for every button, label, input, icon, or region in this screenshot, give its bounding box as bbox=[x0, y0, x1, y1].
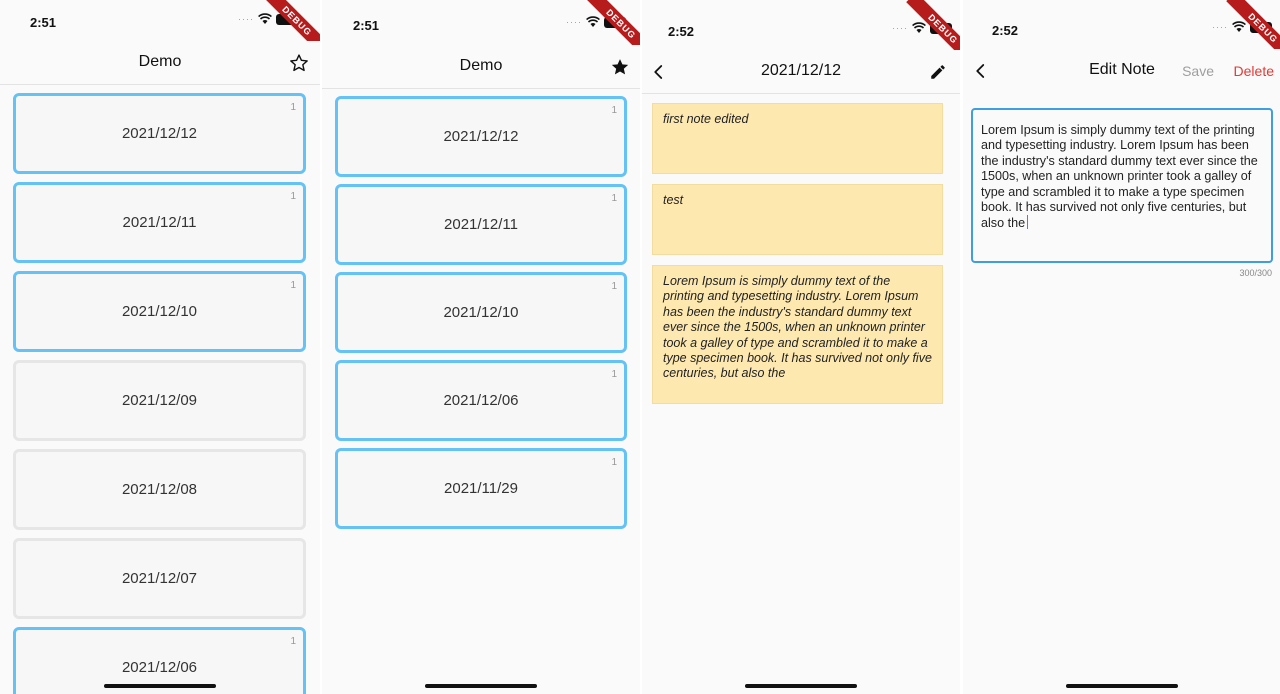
date-label: 2021/12/06 bbox=[121, 658, 198, 676]
screen-home-all: 2:51 ···· DEBUG Demo 2021/12/12 1 2021/12/… bbox=[0, 0, 320, 694]
date-card[interactable]: 2021/12/08 bbox=[13, 449, 306, 530]
wifi-icon bbox=[586, 16, 600, 27]
home-indicator bbox=[1065, 684, 1178, 688]
note-input-value: Lorem Ipsum is simply dummy text of the … bbox=[981, 123, 1258, 231]
note-text-field[interactable]: Lorem Ipsum is simply dummy text of the … bbox=[971, 108, 1273, 263]
date-card[interactable]: 2021/12/12 1 bbox=[335, 96, 627, 177]
date-card[interactable]: 2021/12/12 1 bbox=[13, 93, 306, 174]
note-count-badge: 1 bbox=[290, 636, 296, 647]
favorite-filter-button[interactable] bbox=[608, 55, 632, 79]
note-count-badge: 1 bbox=[611, 369, 617, 380]
note-text: first note edited bbox=[663, 112, 749, 126]
date-label: 2021/12/07 bbox=[121, 569, 198, 587]
date-card[interactable]: 2021/11/29 1 bbox=[335, 448, 627, 529]
app-bar: 2021/12/12 bbox=[642, 50, 960, 94]
date-card[interactable]: 2021/12/07 bbox=[13, 538, 306, 619]
date-label: 2021/12/06 bbox=[443, 391, 519, 409]
date-card[interactable]: 2021/12/09 bbox=[13, 360, 306, 441]
screen-edit-note: 2:52 ···· DEBUG Edit Note Save Delete Lo… bbox=[963, 0, 1280, 694]
wifi-icon bbox=[912, 22, 926, 33]
save-button[interactable]: Save bbox=[1182, 63, 1214, 79]
note-card[interactable]: test bbox=[652, 184, 943, 255]
date-card[interactable]: 2021/12/10 1 bbox=[335, 272, 627, 353]
note-count-badge: 1 bbox=[290, 191, 296, 202]
edit-button[interactable] bbox=[926, 60, 950, 84]
date-card[interactable]: 2021/12/11 1 bbox=[13, 182, 306, 263]
note-count-badge: 1 bbox=[290, 280, 296, 291]
signal-icon: ···· bbox=[1212, 22, 1228, 32]
page-title: Edit Note bbox=[1089, 61, 1155, 78]
note-count-badge: 1 bbox=[611, 105, 617, 116]
app-bar: Demo bbox=[0, 41, 320, 85]
date-label: 2021/11/29 bbox=[444, 479, 518, 497]
home-indicator bbox=[104, 684, 216, 688]
screen-day-notes: 2:52 ···· DEBUG 2021/12/12 first note ed… bbox=[642, 0, 960, 694]
date-label: 2021/12/11 bbox=[122, 213, 197, 231]
delete-button[interactable]: Delete bbox=[1234, 63, 1274, 79]
home-indicator bbox=[425, 684, 537, 688]
app-bar: Edit Note Save Delete bbox=[963, 49, 1280, 93]
signal-icon: ···· bbox=[238, 14, 254, 24]
date-card[interactable]: 2021/12/10 1 bbox=[13, 271, 306, 352]
status-bar: 2:51 ···· DEBUG bbox=[0, 0, 320, 58]
note-card[interactable]: Lorem Ipsum is simply dummy text of the … bbox=[652, 265, 943, 404]
status-time: 2:52 bbox=[992, 23, 1019, 38]
note-count-badge: 1 bbox=[611, 457, 617, 468]
date-label: 2021/12/08 bbox=[121, 480, 198, 498]
date-label: 2021/12/10 bbox=[443, 303, 519, 321]
status-bar: 2:51 ···· DEBUG bbox=[322, 0, 640, 61]
note-count-badge: 1 bbox=[611, 281, 617, 292]
page-title: Demo bbox=[138, 53, 182, 70]
status-time: 2:51 bbox=[353, 18, 380, 33]
note-count-badge: 1 bbox=[290, 102, 296, 113]
status-time: 2:51 bbox=[30, 15, 57, 30]
status-time: 2:52 bbox=[668, 24, 695, 39]
favorite-filter-button[interactable] bbox=[287, 51, 311, 75]
page-title: 2021/12/12 bbox=[760, 62, 842, 79]
date-label: 2021/12/12 bbox=[443, 127, 519, 145]
signal-icon: ···· bbox=[566, 17, 582, 27]
page-title: Demo bbox=[459, 57, 503, 74]
home-indicator bbox=[745, 684, 857, 688]
status-bar: 2:52 ···· DEBUG bbox=[642, 0, 960, 66]
wifi-icon bbox=[1232, 21, 1246, 32]
date-label: 2021/12/12 bbox=[121, 124, 198, 142]
status-bar: 2:52 ···· DEBUG bbox=[963, 0, 1280, 65]
note-count-badge: 1 bbox=[611, 193, 617, 204]
date-label: 2021/12/11 bbox=[444, 215, 518, 233]
wifi-icon bbox=[258, 13, 272, 24]
note-text: Lorem Ipsum is simply dummy text of the … bbox=[663, 274, 932, 381]
date-card[interactable]: 2021/12/11 1 bbox=[335, 184, 627, 265]
star-outline-icon bbox=[290, 54, 308, 72]
signal-icon: ···· bbox=[892, 23, 908, 33]
date-label: 2021/12/09 bbox=[121, 391, 198, 409]
text-cursor bbox=[1027, 215, 1029, 230]
note-text: test bbox=[663, 193, 684, 207]
screen-home-favorites: 2:51 ···· DEBUG Demo 2021/12/12 1 2021/12/… bbox=[322, 0, 640, 694]
character-counter: 300/300 bbox=[1239, 268, 1272, 278]
date-label: 2021/12/10 bbox=[121, 302, 198, 320]
date-card[interactable]: 2021/12/06 1 bbox=[335, 360, 627, 441]
note-card[interactable]: first note edited bbox=[652, 103, 943, 174]
app-bar: Demo bbox=[322, 45, 640, 89]
pencil-icon bbox=[931, 65, 945, 79]
star-filled-icon bbox=[611, 59, 629, 75]
